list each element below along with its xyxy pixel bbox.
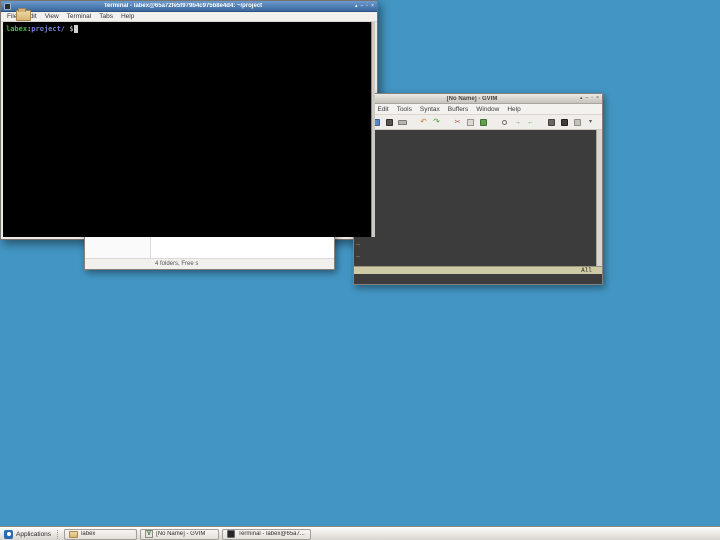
task-button-file-manager[interactable]: labex [64, 529, 137, 540]
shade-button[interactable]: ▴ [580, 96, 583, 101]
applications-label: Applications [16, 531, 51, 538]
task-button-terminal[interactable]: Terminal - labex@65a7... [222, 529, 311, 540]
menu-buffers[interactable]: Buffers [448, 106, 468, 113]
print-icon[interactable] [398, 117, 407, 127]
terminal-menubar: File Edit View Terminal Tabs Help [1, 12, 377, 22]
home-folder-icon [69, 531, 78, 538]
home-folder-icon [16, 10, 31, 21]
maximize-button[interactable]: ▫ [591, 96, 593, 101]
find-next-icon[interactable]: → [513, 117, 522, 127]
shade-button[interactable]: ▴ [355, 4, 358, 9]
gvim-toolbar: ↶ ↷ ✂ → ← ▾ [354, 115, 602, 130]
find-prev-icon[interactable]: ← [526, 117, 535, 127]
menu-tabs[interactable]: Tabs [99, 13, 113, 20]
toolbar-overflow-icon[interactable]: ▾ [586, 117, 595, 127]
ruler-text: All [581, 267, 592, 274]
terminal-window: Terminal - labex@65a72fe5f979b4c975b8e4d… [0, 0, 378, 240]
menu-view[interactable]: View [45, 13, 59, 20]
menu-tools[interactable]: Tools [397, 106, 412, 113]
terminal-scrollbar[interactable] [371, 22, 375, 237]
panel-handle [57, 530, 60, 539]
menu-help[interactable]: Help [507, 106, 520, 113]
applications-icon [4, 530, 13, 539]
task-button-label: labex [81, 531, 95, 537]
terminal-screen[interactable]: labex : project/ $ [3, 22, 375, 237]
undo-icon[interactable]: ↶ [419, 117, 428, 127]
prompt-symbol: $ [65, 25, 73, 33]
terminal-titlebar[interactable]: Terminal - labex@65a72fe5f979b4c975b8e4d… [1, 1, 377, 12]
gvim-command-line [354, 274, 602, 284]
cut-icon[interactable]: ✂ [453, 117, 462, 127]
prompt-path: project/ [31, 25, 65, 33]
menu-edit[interactable]: Edit [377, 106, 388, 113]
window-title: [No Name] - GVIM [367, 96, 577, 102]
maximize-button[interactable]: ▫ [366, 4, 368, 9]
run-script-icon[interactable] [573, 117, 582, 127]
close-button[interactable]: × [371, 4, 374, 9]
menu-help[interactable]: Help [121, 13, 134, 20]
gvim-icon: V [145, 530, 153, 538]
gvim-scrollbar[interactable] [596, 130, 602, 266]
gvim-titlebar[interactable]: V [No Name] - GVIM ▴ – ▫ × [354, 94, 602, 104]
save-all-icon[interactable] [385, 117, 394, 127]
file-manager-statusbar: 4 folders, Free s [85, 258, 334, 269]
task-button-label: [No Name] - GVIM [156, 531, 205, 537]
session-save-icon[interactable] [560, 117, 569, 127]
window-title: Terminal - labex@65a72fe5f979b4c975b8e4d… [14, 3, 352, 9]
minimize-button[interactable]: – [361, 4, 364, 9]
prompt-line: labex : project/ $ [6, 25, 78, 33]
task-button-label: Terminal - labex@65a7... [238, 531, 305, 537]
applications-menu-button[interactable]: Applications [2, 529, 53, 540]
taskbar: Applications labex V [No Name] - GVIM Te… [0, 527, 720, 540]
redo-icon[interactable]: ↷ [432, 117, 441, 127]
terminal-cursor [74, 25, 78, 33]
menu-window[interactable]: Window [476, 106, 499, 113]
menu-terminal[interactable]: Terminal [67, 13, 92, 20]
find-icon[interactable] [500, 117, 509, 127]
paste-icon[interactable] [479, 117, 488, 127]
prompt-user: labex [6, 25, 27, 33]
terminal-icon [227, 530, 235, 538]
gvim-statusline: All [354, 266, 602, 274]
gvim-menubar: File Edit Tools Syntax Buffers Window He… [354, 104, 602, 115]
copy-icon[interactable] [466, 117, 475, 127]
close-button[interactable]: × [596, 96, 599, 101]
minimize-button[interactable]: – [586, 96, 589, 101]
menu-syntax[interactable]: Syntax [420, 106, 440, 113]
gvim-edit-area[interactable]: 1 ~ ~ ~ ~ ~ ~ ~ ~ ~ ~ [354, 130, 602, 266]
gvim-window: V [No Name] - GVIM ▴ – ▫ × File Edit Too… [353, 93, 603, 285]
task-button-gvim[interactable]: V [No Name] - GVIM [140, 529, 219, 540]
session-load-icon[interactable] [547, 117, 556, 127]
